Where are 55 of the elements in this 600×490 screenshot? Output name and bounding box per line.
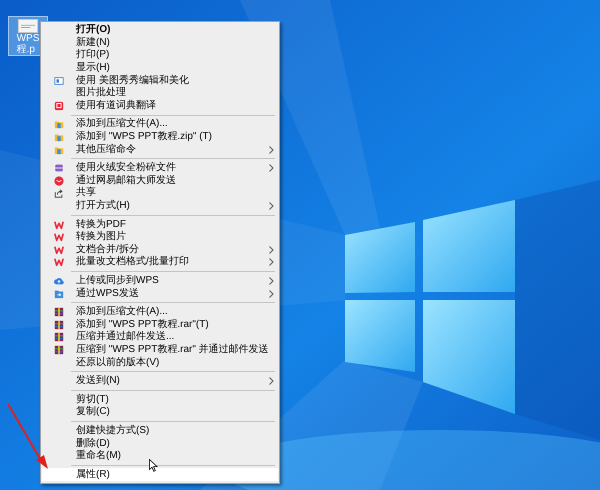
folder-send-icon	[54, 288, 64, 299]
chevron-right-icon	[268, 377, 274, 386]
menu-item[interactable]: 图片批处理	[42, 86, 278, 100]
menu-item[interactable]: 使用火绒安全粉碎文件	[42, 162, 278, 175]
chevron-right-icon	[268, 164, 274, 172]
menu-item[interactable]: 打开方式(H)	[42, 200, 278, 212]
w-logo-icon	[54, 244, 64, 255]
cloud-upload-icon	[54, 276, 64, 286]
menu-item[interactable]: 压缩到 "WPS PPT教程.rar" 并通过邮件发送	[42, 344, 278, 356]
file-name: 程.p	[16, 44, 35, 55]
menu-item[interactable]: 添加到压缩文件(A)...	[42, 306, 278, 318]
folder-icon	[54, 119, 64, 130]
menu-item[interactable]: 上传或同步到WPS	[42, 274, 278, 288]
folder-icon	[54, 144, 64, 155]
menu-item[interactable]: 创建快捷方式(S)	[42, 424, 278, 438]
picture-frame-icon	[54, 76, 64, 86]
w-logo-icon	[54, 220, 64, 230]
folder-icon	[54, 132, 64, 142]
menu-item[interactable]: 添加到压缩文件(A)...	[42, 118, 278, 131]
w-logo-icon	[54, 232, 64, 242]
envelope-icon	[54, 176, 64, 186]
menu-item[interactable]: 使用 美图秀秀编辑和美化	[42, 74, 278, 87]
menu-item[interactable]: 删除(D)	[42, 437, 278, 450]
shredder-icon	[54, 163, 64, 174]
books-icon	[54, 332, 64, 342]
menu-item[interactable]: 压缩并通过邮件发送...	[42, 331, 278, 344]
menu-item[interactable]: 剪切(T)	[42, 393, 278, 406]
w-logo-icon	[54, 257, 64, 268]
chevron-right-icon	[268, 146, 274, 154]
menu-item[interactable]: 使用有道词典翻译	[42, 100, 278, 112]
menu-item[interactable]: 其他压缩命令	[42, 143, 278, 156]
menu-item[interactable]: 转换为图片	[42, 230, 278, 244]
menu-item[interactable]: 文档合并/拆分	[42, 244, 278, 256]
books-icon	[54, 307, 64, 318]
menu-item[interactable]: 属性(R)	[42, 468, 278, 481]
menu-item[interactable]: 发送到(N)	[42, 374, 278, 388]
chevron-right-icon	[268, 202, 274, 210]
menu-item[interactable]: 批量改文档格式/批量打印	[42, 256, 278, 269]
document-icon	[15, 19, 41, 33]
share-icon	[54, 188, 64, 198]
books-icon	[54, 320, 64, 330]
menu-item[interactable]: 通过WPS发送	[42, 287, 278, 300]
menu-item[interactable]: 添加到 "WPS PPT教程.zip" (T)	[42, 130, 278, 144]
dictionary-icon	[54, 100, 64, 111]
menu-item[interactable]: 添加到 "WPS PPT教程.rar"(T)	[42, 318, 278, 332]
books-icon	[54, 344, 64, 355]
file-name: WPS	[16, 33, 40, 44]
menu-item[interactable]: 转换为PDF	[42, 218, 278, 231]
annotation-arrow	[6, 402, 50, 470]
menu-item[interactable]: 复制(C)	[42, 406, 278, 419]
menu-item[interactable]: 显示(H)	[42, 62, 278, 74]
menu-item[interactable]: 通过网易邮箱大师发送	[42, 174, 278, 188]
menu-item[interactable]: 共享	[42, 187, 278, 200]
mouse-pointer-icon	[149, 459, 158, 472]
menu-item[interactable]: 还原以前的版本(V)	[42, 356, 278, 369]
